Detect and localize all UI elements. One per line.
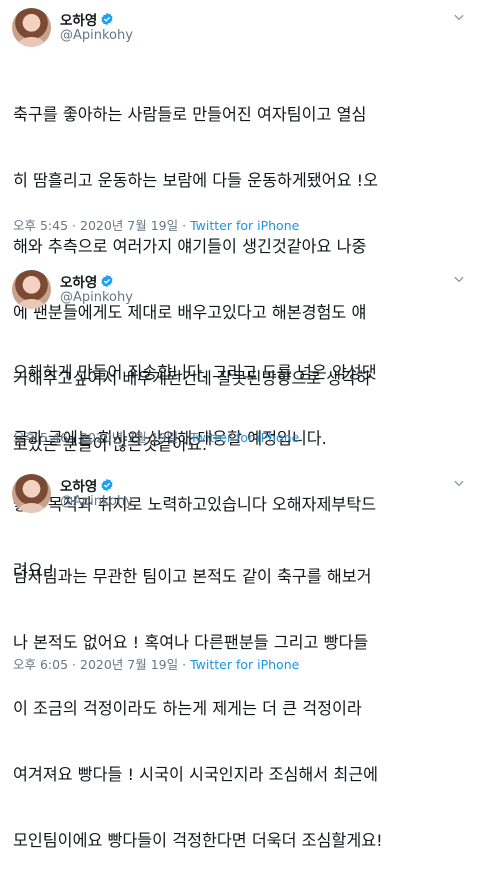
chevron-down-icon[interactable] [452,476,466,490]
author-row: 오하영 [60,271,114,291]
handle[interactable]: @Apinkohy [60,494,133,509]
tweet-meta: 오후 5:46 · 2020년 7월 19일 · Twitter for iPh… [13,427,299,446]
tweet-text-line: 이 조금의 걱정이라도 하는게 제게는 더 큰 걱정이라 [13,699,362,718]
handle[interactable]: @Apinkohy [60,28,133,43]
chevron-down-icon[interactable] [452,10,466,24]
meta-separator: · [182,430,187,445]
tweet-source-link[interactable]: Twitter for iPhone [190,657,299,672]
display-name[interactable]: 오하영 [60,475,97,495]
tweet-meta: 오후 6:05 · 2020년 7월 19일 · Twitter for iPh… [13,654,299,673]
tweet: 오하영 @Apinkohy 축구를 좋아하는 사람들로 만들어진 여자팀이고 열… [0,0,480,454]
verified-badge-icon [101,12,113,26]
tweet-text: 남자팀과는 무관한 팀이고 본적도 같이 축구를 해보거 나 본적도 없어요 !… [13,522,471,896]
avatar[interactable] [12,474,51,513]
tweet-date[interactable]: 2020년 7월 19일 [80,430,178,445]
tweet-text-line: 여겨져요 빵다들 ! 시국이 시국인지라 조심해서 최근에 [13,765,378,784]
tweet: 오하영 @Apinkohy 오해하게 만들어 죄송합니다. 그리고 도를 넘은 … [0,262,480,580]
author-row: 오하영 [60,475,114,495]
meta-separator: · [72,218,77,233]
tweet-date[interactable]: 2020년 7월 19일 [80,218,178,233]
meta-separator: · [182,218,187,233]
tweet-meta: 오후 5:45 · 2020년 7월 19일 · Twitter for iPh… [13,215,299,234]
display-name[interactable]: 오하영 [60,9,97,29]
tweet-text-line: 오해하게 만들어 죄송합니다. 그리고 도를 넘은 악성댓 [13,363,377,382]
verified-badge-icon [101,274,113,288]
tweet-time[interactable]: 오후 5:45 [13,218,68,233]
tweet-text-line: 남자팀과는 무관한 팀이고 본적도 같이 축구를 해보거 [13,567,372,586]
handle[interactable]: @Apinkohy [60,290,133,305]
display-name[interactable]: 오하영 [60,271,97,291]
tweet: 오하영 @Apinkohy 남자팀과는 무관한 팀이고 본적도 같이 축구를 해… [0,466,480,850]
tweet-text-line: 해와 추측으로 여러가지 얘기들이 생긴것같아요 나중 [13,237,367,256]
meta-separator: · [182,657,187,672]
tweet-date[interactable]: 2020년 7월 19일 [80,657,178,672]
meta-separator: · [72,430,77,445]
author-row: 오하영 [60,9,114,29]
verified-badge-icon [101,478,113,492]
tweet-time[interactable]: 오후 6:05 [13,657,68,672]
tweet-source-link[interactable]: Twitter for iPhone [190,218,299,233]
tweet-source-link[interactable]: Twitter for iPhone [190,430,299,445]
tweet-feed: 오하영 @Apinkohy 축구를 좋아하는 사람들로 만들어진 여자팀이고 열… [0,0,480,850]
chevron-down-icon[interactable] [452,272,466,286]
tweet-text-line: 히 땀흘리고 운동하는 보람에 다들 운동하게됐어요 !오 [13,171,378,190]
tweet-text-line: 나 본적도 없어요 ! 혹여나 다른팬분들 그리고 빵다들 [13,633,369,652]
avatar[interactable] [12,270,51,309]
avatar[interactable] [12,8,51,47]
tweet-time[interactable]: 오후 5:46 [13,430,68,445]
tweet-text-line: 축구를 좋아하는 사람들로 만들어진 여자팀이고 열심 [13,105,367,124]
meta-separator: · [72,657,77,672]
tweet-text-line: 모인팀이에요 빵다들이 걱정한다면 더욱더 조심할게요! [13,831,383,850]
